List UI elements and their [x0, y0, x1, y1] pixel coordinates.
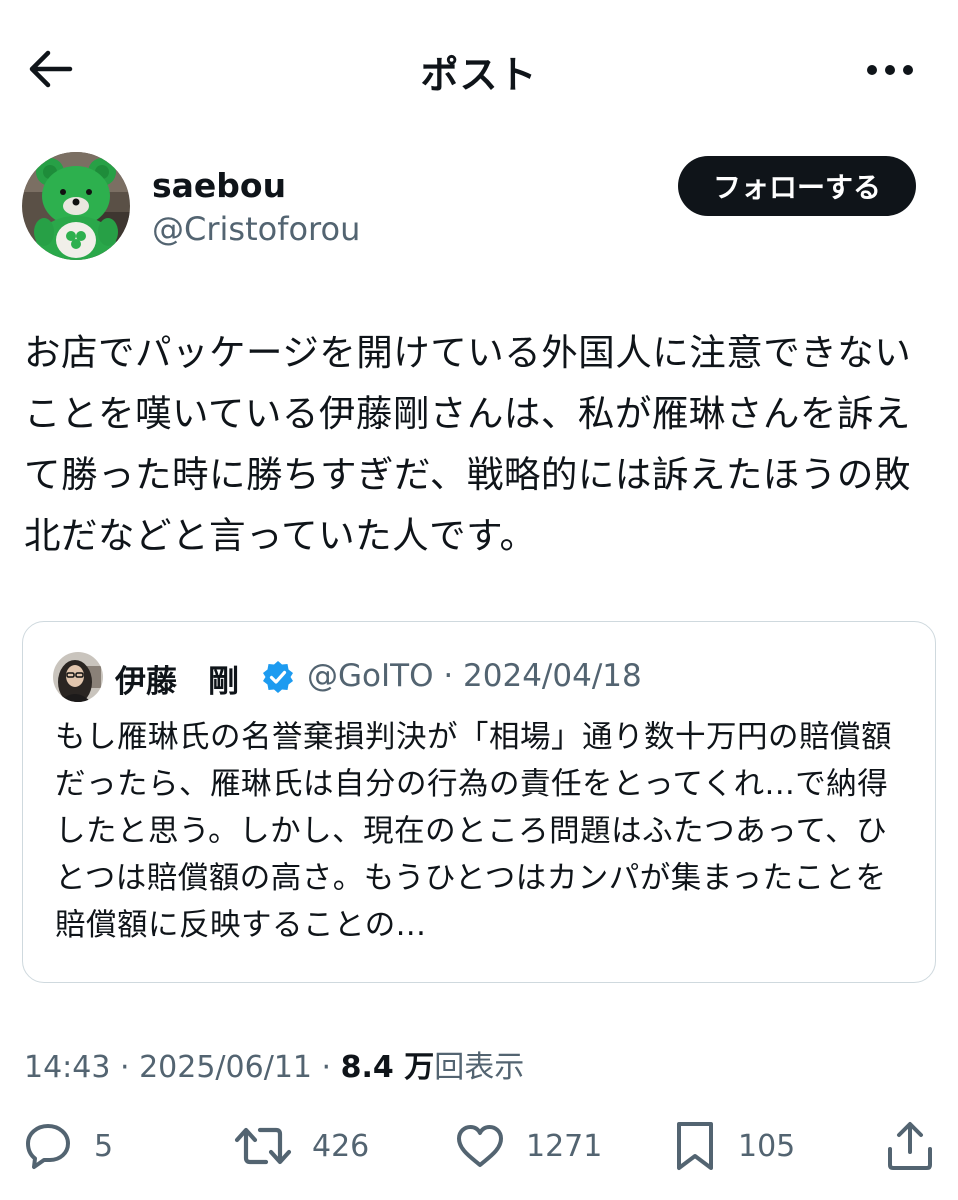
post-text: お店でパッケージを開けている外国人に注意できないことを嘆いている伊藤剛さんは、私… [24, 331, 912, 557]
quote-date: 2024/04/18 [463, 658, 642, 694]
like-button[interactable]: 1271 [454, 1116, 602, 1176]
bookmark-button[interactable]: 105 [672, 1116, 795, 1176]
top-bar: ポスト [0, 0, 958, 140]
bookmark-icon [677, 1122, 713, 1170]
bear-avatar-icon [22, 152, 130, 260]
post-meta: 14:43 · 2025/06/11 · 8.4 万回表示 [24, 1042, 524, 1086]
post-date[interactable]: 2025/06/11 [139, 1050, 312, 1085]
more-button[interactable] [860, 50, 920, 90]
quote-separator: · [433, 658, 464, 694]
share-icon [888, 1122, 932, 1170]
reply-icon [26, 1124, 70, 1169]
follow-button[interactable]: フォローする [678, 156, 916, 216]
reply-count: 5 [94, 1128, 114, 1164]
repost-icon [234, 1127, 292, 1165]
views-label: 回表示 [434, 1050, 525, 1085]
action-bar: 5 426 1271 105 [0, 1116, 958, 1180]
author-display-name[interactable]: saebou [152, 166, 286, 205]
post-time[interactable]: 14:43 [24, 1050, 110, 1085]
views-count: 8.4 万 [340, 1050, 435, 1085]
repost-count: 426 [312, 1128, 370, 1164]
bookmark-count: 105 [738, 1128, 796, 1164]
quote-avatar [53, 652, 103, 702]
quote-handle-date: @GoITO · 2024/04/18 [307, 658, 642, 694]
page-title: ポスト [420, 53, 538, 97]
meta-separator: · [312, 1050, 341, 1085]
share-button[interactable] [884, 1116, 936, 1176]
person-avatar-icon [53, 652, 103, 702]
reply-button[interactable]: 5 [22, 1116, 113, 1176]
like-count: 1271 [526, 1128, 603, 1164]
heart-icon [457, 1125, 503, 1167]
meta-separator: · [110, 1050, 140, 1085]
author-handle[interactable]: @Cristoforou [152, 210, 360, 248]
more-horizontal-icon [867, 65, 913, 75]
post-author: saebou @Cristoforou フォローする [22, 152, 936, 264]
repost-button[interactable]: 426 [234, 1116, 369, 1176]
quote-handle: @GoITO [307, 658, 434, 694]
verified-badge-icon [263, 661, 293, 693]
quote-text: もし雁琳氏の名誉棄損判決が「相場」通り数十万円の賠償額だったら、雁琳氏は自分の行… [55, 720, 892, 943]
quote-display-name: 伊藤 剛 [115, 664, 239, 700]
avatar[interactable] [22, 152, 130, 260]
quoted-post[interactable]: 伊藤 剛 @GoITO · 2024/04/18 もし雁琳氏の名誉棄損判決が「相… [22, 621, 936, 983]
